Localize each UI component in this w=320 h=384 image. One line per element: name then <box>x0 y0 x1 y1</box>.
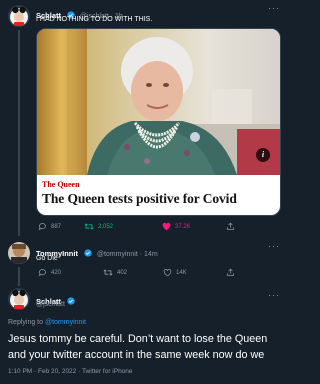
retweet-icon <box>103 269 113 276</box>
reply-icon <box>38 269 46 277</box>
share-icon <box>227 268 234 276</box>
replying-to-link[interactable]: @tommyinnit <box>45 319 86 326</box>
more-options-icon[interactable]: ··· <box>268 241 280 251</box>
verified-badge-icon <box>84 244 93 262</box>
more-options-icon[interactable]: ··· <box>268 3 280 13</box>
more-options-icon[interactable]: ··· <box>268 290 280 300</box>
avatar-schlatt[interactable] <box>8 5 30 27</box>
avatar-tommyinnit[interactable] <box>8 242 30 264</box>
heart-icon <box>163 269 172 277</box>
card-kicker: The Queen <box>42 180 80 189</box>
like-count: 14K <box>176 269 187 276</box>
reply-button[interactable]: 887 <box>38 222 84 231</box>
main-tweet-text: Jesus tommy be careful. Don’t want to lo… <box>8 333 268 361</box>
retweet-count: 402 <box>117 269 128 276</box>
reply-count: 420 <box>51 269 62 276</box>
news-photo <box>37 29 280 175</box>
like-count: 37.2K <box>175 223 191 230</box>
retweet-count: 2,052 <box>98 223 114 230</box>
retweet-button[interactable]: 402 <box>103 268 163 277</box>
heart-filled-icon <box>162 222 171 231</box>
tweet-text: Go Die <box>36 255 58 262</box>
retweet-icon <box>84 223 94 230</box>
avatar-schlatt[interactable] <box>8 288 30 310</box>
retweet-button[interactable]: 2,052 <box>84 222 162 231</box>
tweet-timestamp[interactable]: 1:10 PM · Feb 20, 2022 · Twitter for iPh… <box>8 368 133 375</box>
handle-time[interactable]: @tommyinnit · 14m <box>97 251 158 258</box>
like-button[interactable]: 37.2K <box>162 222 226 231</box>
handle[interactable]: @jschlatt <box>36 301 65 308</box>
tweet-text: I HAD NOTHING TO DO WITH THIS. <box>36 16 153 23</box>
verified-badge-icon <box>67 292 76 310</box>
card-headline: The Queen tests positive for Covid <box>42 191 237 206</box>
link-card[interactable]: i The Queen The Queen tests positive for… <box>36 28 281 216</box>
reply-count: 887 <box>51 223 62 230</box>
thread-line-2 <box>18 267 20 286</box>
reply-icon <box>38 223 46 231</box>
thread-line-1 <box>18 30 20 236</box>
info-icon[interactable]: i <box>256 148 270 162</box>
share-icon <box>227 222 234 230</box>
reply-button[interactable]: 420 <box>38 268 103 277</box>
share-button[interactable] <box>226 222 235 231</box>
like-button[interactable]: 14K <box>163 268 226 277</box>
replying-to-label: Replying to <box>8 319 44 326</box>
share-button[interactable] <box>226 268 235 277</box>
